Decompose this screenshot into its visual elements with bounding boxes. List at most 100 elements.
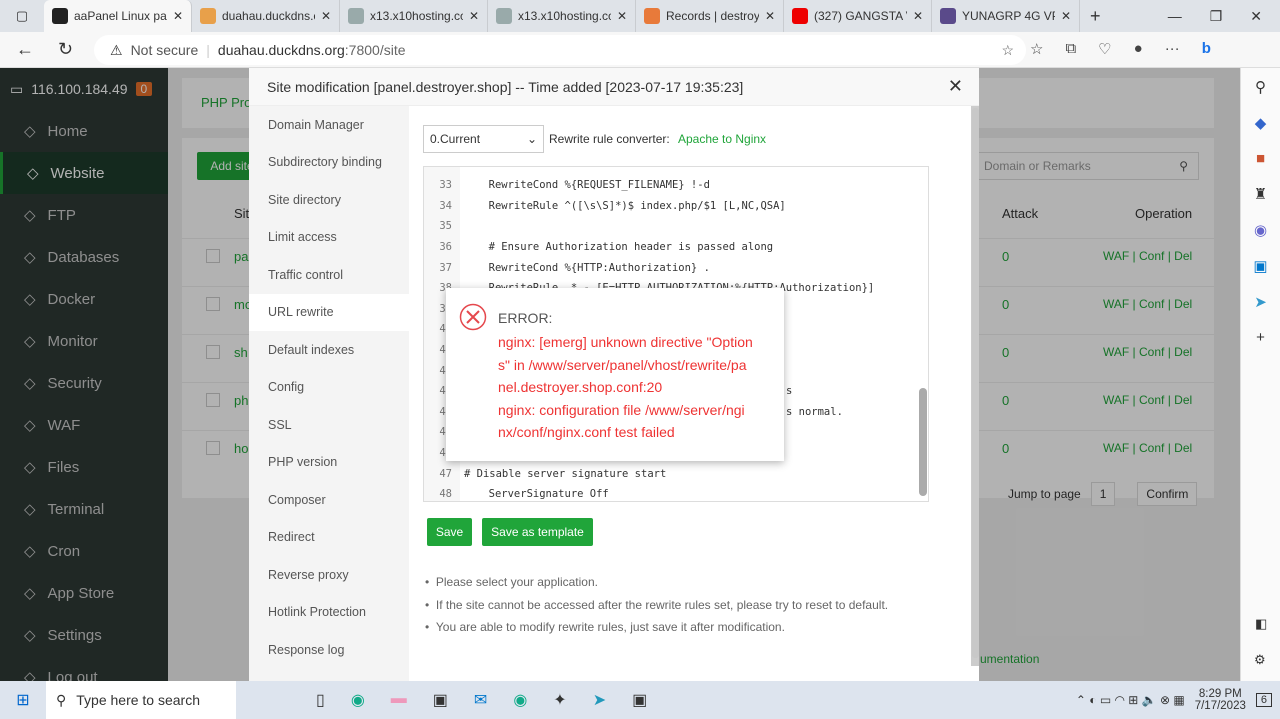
close-icon[interactable]: ✕ (948, 76, 963, 97)
tab-close-icon[interactable]: ✕ (1061, 9, 1071, 23)
bing-icon[interactable]: b (1202, 40, 1211, 58)
browser-tab[interactable]: duahau.duckdns.c ✕ (192, 0, 340, 32)
code-line: 47 # Disable server signature start (424, 463, 928, 484)
menu-item-php-version[interactable]: PHP version (249, 444, 409, 482)
tab-title: YUNAGRP 4G VPI (962, 9, 1055, 23)
tab-favicon (496, 8, 512, 24)
edge-active-icon[interactable]: ◉ (513, 690, 527, 710)
menu-item-subdirectory-binding[interactable]: Subdirectory binding (249, 144, 409, 182)
favorite-star-icon[interactable]: ☆ (1001, 42, 1014, 59)
url-input[interactable]: ⚠ Not secure | duahau.duckdns.org:7800/s… (94, 35, 1026, 65)
tab-close-icon[interactable]: ✕ (173, 9, 183, 23)
notification-badge[interactable]: 6 (1255, 693, 1272, 707)
taskbar-search[interactable]: ⚲ Type here to search (46, 681, 236, 719)
tab-close-icon[interactable]: ✕ (765, 9, 775, 23)
error-message-line: s" in /www/server/panel/vhost/rewrite/pa (498, 356, 747, 373)
search-icon[interactable]: ⚲ (1255, 78, 1266, 96)
tab-favicon (348, 8, 364, 24)
remote-desktop-icon[interactable]: ▣ (632, 690, 647, 710)
tab-close-icon[interactable]: ✕ (617, 9, 627, 23)
browser-tab[interactable]: YUNAGRP 4G VPI ✕ (932, 0, 1080, 32)
menu-item-redirect[interactable]: Redirect (249, 519, 409, 557)
browser-tab[interactable]: Records | destroy ✕ (636, 0, 784, 32)
error-message-line: nx/conf/nginx.conf test failed (498, 424, 675, 440)
editor-scrollbar[interactable] (919, 388, 927, 496)
games-icon[interactable]: ♜ (1254, 185, 1267, 203)
office-icon[interactable]: ◉ (1254, 221, 1267, 239)
back-icon[interactable]: ← (16, 39, 34, 60)
tab-close-icon[interactable]: ✕ (469, 9, 479, 23)
tab-title: x13.x10hosting.cc (370, 9, 463, 23)
menu-item-reverse-proxy[interactable]: Reverse proxy (249, 556, 409, 594)
menu-item-domain-manager[interactable]: Domain Manager (249, 106, 409, 144)
menu-item-composer[interactable]: Composer (249, 481, 409, 519)
tab-actions-icon[interactable]: ▢ (0, 8, 44, 24)
store-icon[interactable]: ▣ (433, 690, 448, 710)
browser-tab-strip: ▢ aaPanel Linux par ✕ duahau.duckdns.c ✕ x13… (0, 0, 1280, 32)
settings-icon[interactable]: ⚙ (1254, 652, 1266, 668)
new-tab-button[interactable]: + (1080, 6, 1111, 27)
collections-icon[interactable]: ⧉ (1065, 40, 1076, 58)
url-path: :7800/site (344, 42, 406, 58)
tab-close-icon[interactable]: ✕ (913, 9, 923, 23)
clock-date[interactable]: 7/17/2023 (1195, 700, 1246, 712)
start-icon[interactable]: ⊞ (0, 690, 46, 710)
menu-item-default-indexes[interactable]: Default indexes (249, 331, 409, 369)
tab-close-icon[interactable]: ✕ (321, 9, 331, 23)
more-icon[interactable]: ··· (1165, 40, 1180, 58)
tip-item: • If the site cannot be accessed after t… (425, 597, 889, 612)
outlook-icon[interactable]: ▣ (1253, 257, 1267, 275)
sidebar-toggle-icon[interactable]: ◧ (1255, 616, 1267, 632)
code-text: RewriteRule ^([\s\S]*)$ index.php/$1 [L,… (476, 199, 786, 212)
code-line: 33 RewriteCond %{REQUEST_FILENAME} !-d (424, 175, 928, 196)
refresh-icon[interactable]: ↻ (58, 39, 73, 60)
menu-item-config[interactable]: Config (249, 369, 409, 407)
menu-item-ssl[interactable]: SSL (249, 406, 409, 444)
browser-tab[interactable]: x13.x10hosting.cc ✕ (488, 0, 636, 32)
add-icon[interactable]: + (1256, 329, 1265, 346)
tab-title: aaPanel Linux par (74, 9, 167, 23)
telegram-icon[interactable]: ➤ (593, 690, 606, 710)
converter-link[interactable]: Apache to Nginx (678, 132, 766, 146)
tray-icons[interactable]: ⌃ ◐ ▭ ◠ ⊞ 🔈 ⊗ ▦ (1076, 693, 1185, 707)
profile-avatar[interactable]: ● (1134, 40, 1143, 58)
line-number: 36 (424, 236, 460, 258)
not-secure-label[interactable]: Not secure (131, 42, 199, 58)
browser-tab[interactable]: (327) GANGSTA V ✕ (784, 0, 932, 32)
save-button[interactable]: Save (427, 518, 472, 546)
browser-tab[interactable]: x13.x10hosting.cc ✕ (340, 0, 488, 32)
send-icon[interactable]: ➤ (1254, 293, 1267, 311)
menu-item-url-rewrite[interactable]: URL rewrite (249, 293, 409, 331)
dialog-menu: Domain Manager Subdirectory binding Site d… (249, 106, 409, 681)
file-explorer-icon[interactable]: ▬ (391, 690, 407, 710)
menu-item-limit-access[interactable]: Limit access (249, 219, 409, 257)
code-fragment: s (786, 385, 793, 398)
minimize-button[interactable]: — (1168, 8, 1182, 25)
line-number: 37 (424, 257, 460, 278)
line-number: 33 (424, 175, 460, 196)
code-text: # Disable server signature start (464, 467, 667, 480)
restore-button[interactable]: ❐ (1210, 8, 1223, 25)
extensions-icon[interactable]: ♡ (1098, 40, 1111, 58)
shopping-icon[interactable]: ◆ (1255, 114, 1267, 132)
error-title: ERROR: (498, 310, 553, 326)
favorites-icon[interactable]: ☆ (1030, 40, 1043, 58)
menu-item-site-directory[interactable]: Site directory (249, 181, 409, 219)
edge-icon[interactable]: ◉ (351, 690, 365, 710)
tools-icon[interactable]: ■ (1256, 150, 1265, 167)
menu-item-hotlink-protection[interactable]: Hotlink Protection (249, 594, 409, 632)
clock-time[interactable]: 8:29 PM (1195, 688, 1246, 700)
save-as-template-button[interactable]: Save as template (482, 518, 593, 546)
app-icon[interactable]: ✦ (553, 690, 566, 710)
mail-icon[interactable]: ✉ (474, 690, 487, 710)
close-window-button[interactable]: ✕ (1250, 8, 1262, 25)
line-number: 34 (424, 195, 460, 217)
error-message-line: nginx: configuration file /www/server/ng… (498, 401, 745, 418)
search-icon: ⚲ (56, 691, 67, 708)
menu-item-traffic-control[interactable]: Traffic control (249, 256, 409, 294)
task-view-icon[interactable]: ▯ (316, 690, 325, 710)
rewrite-select[interactable]: 0.Current ⌄ (423, 125, 544, 153)
menu-item-response-log[interactable]: Response log (249, 631, 409, 669)
dialog-scrollbar[interactable] (972, 108, 979, 658)
browser-tab[interactable]: aaPanel Linux par ✕ (44, 0, 192, 32)
